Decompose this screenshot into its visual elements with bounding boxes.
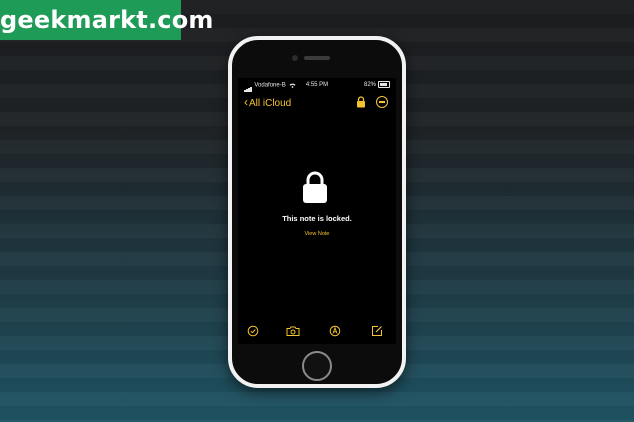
status-bar: Vodafone-B 4:55 PM 82%	[238, 78, 396, 92]
status-battery-group: 82%	[364, 78, 390, 92]
view-note-button[interactable]: View Note	[238, 231, 396, 237]
back-label: All iCloud	[249, 98, 292, 109]
more-options-icon[interactable]	[376, 96, 388, 108]
earpiece-speaker	[304, 56, 330, 60]
chevron-left-icon: ‹	[244, 95, 248, 109]
camera-icon[interactable]	[286, 325, 300, 337]
battery-percent: 82%	[363, 82, 376, 88]
markup-icon[interactable]	[329, 325, 341, 337]
home-button[interactable]	[302, 351, 332, 381]
bottom-toolbar	[238, 318, 396, 344]
phone-screen: Vodafone-B 4:55 PM 82% ‹All iCloud This …	[238, 78, 396, 344]
back-button[interactable]: ‹All iCloud	[244, 95, 291, 111]
iphone-device: Vodafone-B 4:55 PM 82% ‹All iCloud This …	[228, 36, 406, 388]
compose-icon[interactable]	[371, 325, 383, 337]
locked-note-icon	[303, 171, 327, 203]
nav-bar: ‹All iCloud	[238, 92, 396, 112]
battery-icon	[378, 80, 390, 88]
site-watermark: geekmarkt.com	[0, 0, 213, 40]
lock-icon[interactable]	[356, 96, 366, 108]
front-camera	[292, 55, 298, 61]
locked-message: This note is locked.	[282, 214, 352, 223]
checklist-icon[interactable]	[247, 325, 259, 337]
